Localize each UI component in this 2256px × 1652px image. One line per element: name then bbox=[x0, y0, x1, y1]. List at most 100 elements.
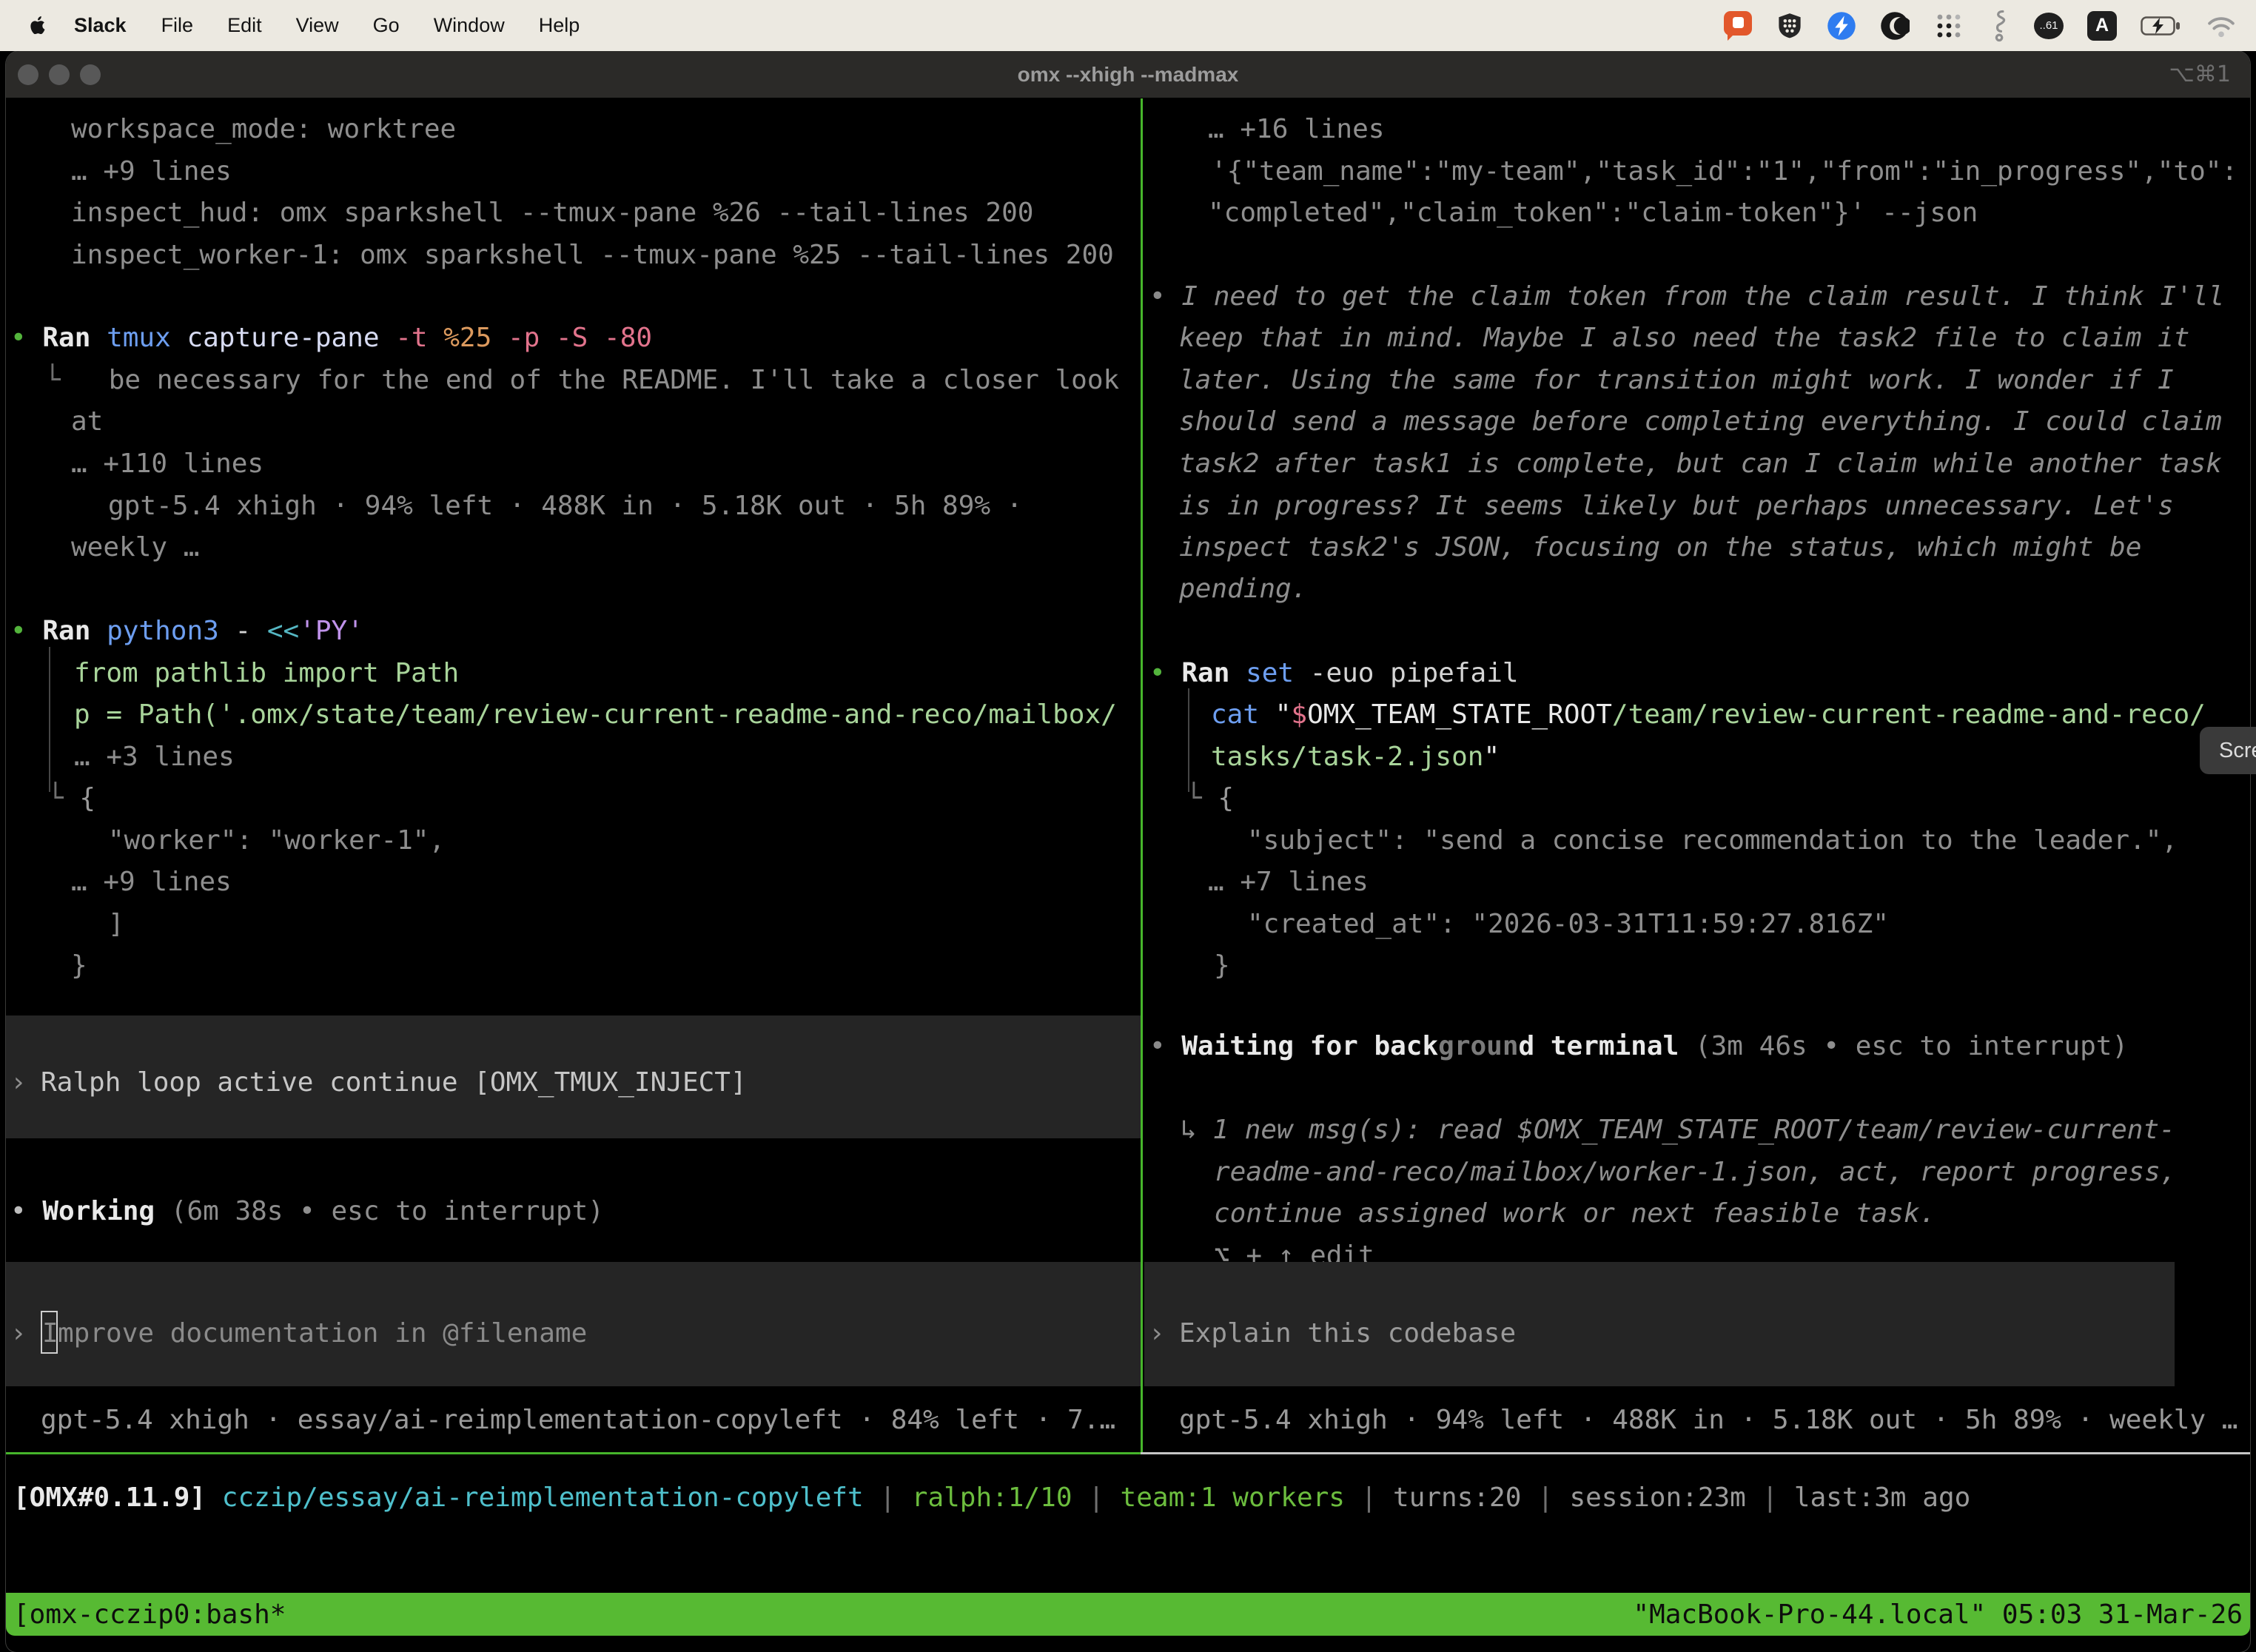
wifi-icon[interactable] bbox=[2206, 13, 2237, 38]
text-segment: I need to get the claim token from the c… bbox=[1181, 281, 2224, 312]
shield-grid-menubar-icon[interactable] bbox=[1776, 11, 1803, 41]
prompt-chevron-icon: › bbox=[1149, 1312, 1165, 1354]
text-segment: (6m 38s • esc to interrupt) bbox=[171, 1196, 604, 1226]
text-segment bbox=[27, 616, 43, 646]
chat-app-menubar-icon[interactable] bbox=[1723, 10, 1753, 41]
text-segment: "created_at": "2026-03-31T11:59:27.816Z" bbox=[1247, 909, 1889, 939]
text-segment: - bbox=[235, 616, 266, 646]
hook-squiggle-menubar-icon[interactable] bbox=[1988, 10, 2010, 42]
terminal-line: • Ran tmux capture-pane -t %25 -p -S -80 bbox=[10, 317, 652, 359]
terminal-line: "completed","claim_token":"claim-token"}… bbox=[1208, 192, 1978, 234]
text-segment: -euo pipefail bbox=[1310, 658, 1519, 688]
apple-menu[interactable] bbox=[0, 13, 56, 39]
left-input-field[interactable]: › I mprove documentation in @filename bbox=[6, 1262, 1141, 1386]
prompt-chevron-icon: › bbox=[10, 1312, 27, 1354]
screen-share-tooltip: Scre bbox=[2200, 727, 2256, 774]
terminal-line: p = Path('.omx/state/team/review-current… bbox=[74, 694, 1117, 736]
keyboard-layout-icon[interactable]: A bbox=[2087, 11, 2117, 41]
menu-bar-status-icons: ..61 A bbox=[1723, 10, 2256, 42]
terminal-line: inspect_hud: omx sparkshell --tmux-pane … bbox=[71, 192, 1033, 234]
terminal-line: • Waiting for background terminal (3m 46… bbox=[1149, 1025, 2128, 1067]
pane-divider[interactable] bbox=[1141, 98, 1143, 1454]
terminal-line: └ be necessary for the end of the README… bbox=[44, 359, 1119, 401]
lightning-circle-menubar-icon[interactable] bbox=[1827, 11, 1856, 41]
tmux-host-clock: "MacBook-Pro-44.local" 05:03 31-Mar-26 bbox=[1633, 1594, 2243, 1636]
text-segment: readme-and-reco/mailbox/worker-1.json, a… bbox=[1214, 1157, 2176, 1187]
menu-help[interactable]: Help bbox=[522, 14, 597, 37]
text-segment: session:23m bbox=[1569, 1483, 1745, 1513]
terminal-line: keep that in mind. Maybe I also need the… bbox=[1179, 317, 2189, 359]
text-segment: be necessary for the end of the README. … bbox=[61, 365, 1119, 395]
terminal-line: ] bbox=[108, 903, 124, 945]
left-pane-status-line: gpt-5.4 xhigh · essay/ai-reimplementatio… bbox=[41, 1399, 1136, 1441]
terminal-line: workspace_mode: worktree bbox=[71, 108, 456, 150]
crescent-circle-menubar-icon[interactable] bbox=[1880, 11, 1910, 41]
bullet: • bbox=[10, 1196, 27, 1226]
menu-go[interactable]: Go bbox=[356, 14, 417, 37]
text-segment: OMX_TEAM_STATE_ROOT bbox=[1307, 699, 1612, 730]
tmux-status-bar: [omx-cczip0:bash* "MacBook-Pro-44.local"… bbox=[6, 1593, 2250, 1636]
text-segment: | bbox=[864, 1483, 912, 1513]
text-segment bbox=[27, 323, 43, 353]
menu-file[interactable]: File bbox=[144, 14, 211, 37]
text-segment: | bbox=[1746, 1483, 1794, 1513]
menu-view[interactable]: View bbox=[279, 14, 356, 37]
text-segment: Ran bbox=[1181, 658, 1246, 688]
text-segment: %25 bbox=[443, 323, 508, 353]
output-rail bbox=[49, 647, 50, 792]
terminal-line: '{"team_name":"my-team","task_id":"1","f… bbox=[1211, 150, 2237, 192]
text-segment: last:3m ago bbox=[1794, 1483, 1970, 1513]
bullet: • bbox=[10, 616, 27, 646]
text-segment: /team/review-current-readme-and-reco/ bbox=[1612, 699, 2206, 730]
text-segment: Ran bbox=[42, 616, 107, 646]
terminal-line: … +9 lines bbox=[71, 150, 232, 192]
left-history-entry[interactable]: › Ralph loop active continue [OMX_TMUX_I… bbox=[6, 1015, 1141, 1138]
terminal-line: • Working (6m 38s • esc to interrupt) bbox=[10, 1190, 604, 1232]
corner-glyph: └ bbox=[47, 783, 79, 813]
text-segment: … +16 lines bbox=[1208, 114, 1384, 144]
terminal-content: workspace_mode: worktree … +9 lines inspec… bbox=[0, 0, 2256, 1652]
dots-grid-menubar-icon[interactable] bbox=[1933, 10, 1964, 41]
terminal-line: pending. bbox=[1179, 568, 1307, 610]
terminal-line: is in progress? It seems likely but perh… bbox=[1179, 485, 2174, 527]
text-segment: inspect_hud: omx sparkshell --tmux-pane … bbox=[71, 198, 1033, 228]
terminal-line: continue assigned work or next feasible … bbox=[1214, 1192, 1936, 1235]
tmux-session-label: [omx-cczip0:bash* bbox=[13, 1594, 286, 1636]
text-segment: [OMX#0.11.9] bbox=[13, 1483, 206, 1513]
text-segment: tasks/task-2.json bbox=[1211, 742, 1483, 772]
input-placeholder-text: mprove documentation in @filename bbox=[58, 1312, 587, 1354]
terminal-line: [OMX#0.11.9] cczip/essay/ai-reimplementa… bbox=[13, 1477, 1970, 1519]
text-segment bbox=[206, 1483, 222, 1513]
right-input-field[interactable]: › Explain this codebase bbox=[1144, 1262, 2175, 1386]
text-segment: turns:20 bbox=[1393, 1483, 1521, 1513]
text-segment: " bbox=[1483, 742, 1500, 772]
text-segment: … +3 lines bbox=[74, 742, 235, 772]
text-segment: d terminal bbox=[1519, 1031, 1679, 1061]
terminal-line: } bbox=[71, 944, 87, 987]
text-segment: { bbox=[79, 783, 95, 813]
menu-edit[interactable]: Edit bbox=[210, 14, 279, 37]
corner-glyph: └ bbox=[1186, 783, 1218, 813]
text-segment bbox=[27, 1196, 43, 1226]
text-segment: 1 new msg(s): read $OMX_TEAM_STATE_ROOT/… bbox=[1212, 1115, 2175, 1145]
terminal-line: … +7 lines bbox=[1208, 861, 1369, 903]
text-segment: ] bbox=[108, 909, 124, 939]
battery-percent-badge-icon[interactable]: ..61 bbox=[2034, 13, 2064, 39]
text-segment: gpt-5.4 xhigh · 94% left · 488K in · 5.1… bbox=[108, 491, 1022, 521]
output-rail bbox=[1188, 688, 1189, 792]
apple-icon bbox=[27, 13, 49, 39]
text-segment: should send a message before completing … bbox=[1179, 406, 2222, 437]
right-pane-bottom-border bbox=[1141, 1452, 2250, 1454]
battery-icon[interactable] bbox=[2141, 16, 2182, 36]
text-segment: … +9 lines bbox=[71, 156, 232, 187]
text-segment: } bbox=[1214, 950, 1230, 981]
text-segment: from pathlib import Path bbox=[74, 658, 459, 688]
text-segment: workspace_mode: worktree bbox=[71, 114, 456, 144]
macos-menu-bar: SlackFileEditViewGoWindowHelp bbox=[0, 0, 2256, 51]
text-segment: | bbox=[1345, 1483, 1393, 1513]
terminal-line: • I need to get the claim token from the… bbox=[1149, 275, 2224, 318]
text-segment: inspect task2's JSON, focusing on the st… bbox=[1179, 532, 2141, 563]
menu-window[interactable]: Window bbox=[417, 14, 522, 37]
menu-slack[interactable]: Slack bbox=[56, 14, 144, 37]
text-segment: "subject": "send a concise recommendatio… bbox=[1247, 825, 2178, 856]
